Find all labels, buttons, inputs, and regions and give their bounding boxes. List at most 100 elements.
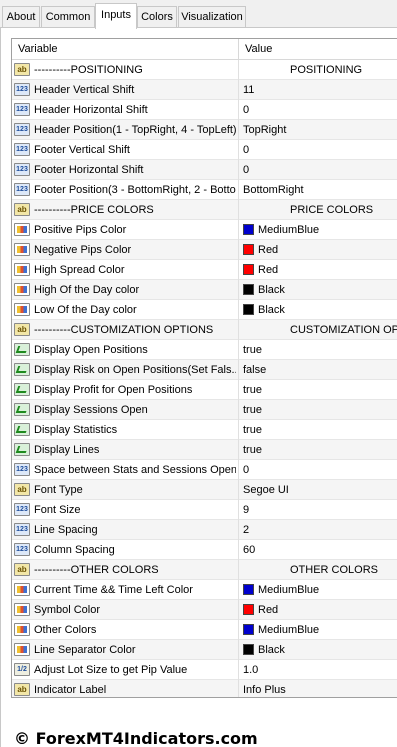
column-divider[interactable] (238, 39, 239, 60)
tab-colors[interactable]: Colors (137, 6, 177, 27)
parameter-row[interactable]: 123 Header Position(1 - TopRight, 4 - Top… (12, 120, 397, 140)
color-name: MediumBlue (258, 584, 320, 596)
color-swatch (243, 264, 254, 275)
parameter-value[interactable]: Red (243, 244, 397, 256)
parameter-value[interactable]: Info Plus (243, 684, 397, 696)
parameter-row[interactable]: 123 Footer Vertical Shift 0 (12, 140, 397, 160)
parameter-value[interactable]: true (243, 424, 397, 436)
parameter-value[interactable]: 0 (243, 164, 397, 176)
parameter-value[interactable]: Red (243, 264, 397, 276)
parameter-value[interactable]: false (243, 364, 397, 376)
parameter-name: Space between Stats and Sessions Open (34, 464, 236, 476)
section-row[interactable]: ab ----------PRICE COLORS PRICE COLORS (12, 200, 397, 220)
integer-type-icon: 123 (14, 503, 30, 516)
parameter-row[interactable]: High Spread Color Red (12, 260, 397, 280)
parameter-value[interactable]: MediumBlue (243, 224, 397, 236)
string-type-icon: ab (14, 563, 30, 576)
cell-divider (238, 400, 239, 420)
parameter-value[interactable]: 9 (243, 504, 397, 516)
parameter-value[interactable]: Black (243, 284, 397, 296)
color-type-icon (14, 243, 30, 256)
parameter-value[interactable]: PRICE COLORS (252, 204, 397, 216)
cell-divider (238, 260, 239, 280)
tab-about[interactable]: About (2, 6, 40, 27)
parameter-value[interactable]: Black (243, 304, 397, 316)
cell-divider (238, 160, 239, 180)
parameter-value[interactable]: MediumBlue (243, 584, 397, 596)
section-row[interactable]: ab ----------CUSTOMIZATION OPTIONS CUSTOMI… (12, 320, 397, 340)
parameter-row[interactable]: Other Colors MediumBlue (12, 620, 397, 640)
parameter-value[interactable]: OTHER COLORS (252, 564, 397, 576)
parameter-row[interactable]: 123 Space between Stats and Sessions Open… (12, 460, 397, 480)
parameter-row[interactable]: 123 Header Vertical Shift 11 (12, 80, 397, 100)
parameter-row[interactable]: 123 Font Size 9 (12, 500, 397, 520)
parameter-value[interactable]: true (243, 344, 397, 356)
color-name: Black (258, 644, 285, 656)
parameter-value[interactable]: true (243, 444, 397, 456)
parameter-row[interactable]: High Of the Day color Black (12, 280, 397, 300)
tab-common[interactable]: Common (41, 6, 95, 27)
parameter-row[interactable]: ab Font Type Segoe UI (12, 480, 397, 500)
parameter-value[interactable]: Black (243, 644, 397, 656)
parameter-row[interactable]: Current Time && Time Left Color MediumBlu… (12, 580, 397, 600)
parameter-name: Display Risk on Open Positions(Set Fals.… (34, 364, 236, 376)
parameter-row[interactable]: Symbol Color Red (12, 600, 397, 620)
integer-type-icon: 123 (14, 463, 30, 476)
parameter-value[interactable]: 1.0 (243, 664, 397, 676)
cell-divider (238, 420, 239, 440)
parameter-value[interactable]: true (243, 404, 397, 416)
parameter-row[interactable]: Line Separator Color Black (12, 640, 397, 660)
parameter-row[interactable]: Display Statistics true (12, 420, 397, 440)
parameter-value[interactable]: Segoe UI (243, 484, 397, 496)
parameter-value[interactable]: TopRight (243, 124, 397, 136)
tab-inputs[interactable]: Inputs (95, 3, 137, 29)
parameter-row[interactable]: Display Risk on Open Positions(Set Fals.… (12, 360, 397, 380)
parameter-row[interactable]: 123 Footer Horizontal Shift 0 (12, 160, 397, 180)
parameter-name: Header Position(1 - TopRight, 4 - TopLef… (34, 124, 236, 136)
parameter-row[interactable]: Negative Pips Color Red (12, 240, 397, 260)
color-type-icon (14, 303, 30, 316)
color-type-icon (14, 263, 30, 276)
parameter-value[interactable]: MediumBlue (243, 624, 397, 636)
column-header-variable[interactable]: Variable (18, 43, 58, 55)
parameter-value[interactable]: 0 (243, 464, 397, 476)
parameter-value[interactable]: 2 (243, 524, 397, 536)
parameter-row[interactable]: Low Of the Day color Black (12, 300, 397, 320)
tab-visualization[interactable]: Visualization (178, 6, 246, 27)
color-swatch (243, 284, 254, 295)
parameter-value[interactable]: 0 (243, 144, 397, 156)
column-header-value[interactable]: Value (245, 43, 272, 55)
parameter-row[interactable]: 123 Line Spacing 2 (12, 520, 397, 540)
parameter-row[interactable]: Display Lines true (12, 440, 397, 460)
color-swatch (243, 244, 254, 255)
parameter-row[interactable]: 123 Column Spacing 60 (12, 540, 397, 560)
parameter-row[interactable]: ab Indicator Label Info Plus (12, 680, 397, 697)
color-swatch (243, 604, 254, 615)
parameter-value[interactable]: 0 (243, 104, 397, 116)
parameter-row[interactable]: 123 Header Horizontal Shift 0 (12, 100, 397, 120)
parameter-value[interactable]: true (243, 384, 397, 396)
section-row[interactable]: ab ----------POSITIONING POSITIONING (12, 60, 397, 80)
parameter-value[interactable]: BottomRight (243, 184, 397, 196)
color-name: Black (258, 304, 285, 316)
parameter-row[interactable]: 123 Footer Position(3 - BottomRight, 2 - … (12, 180, 397, 200)
parameter-name: Footer Horizontal Shift (34, 164, 144, 176)
parameter-value[interactable]: CUSTOMIZATION OPTIONS (252, 324, 397, 336)
color-name: MediumBlue (258, 624, 320, 636)
section-row[interactable]: ab ----------OTHER COLORS OTHER COLORS (12, 560, 397, 580)
parameter-value[interactable]: POSITIONING (252, 64, 397, 76)
parameter-row[interactable]: Display Open Positions true (12, 340, 397, 360)
parameter-row[interactable]: Positive Pips Color MediumBlue (12, 220, 397, 240)
parameter-row[interactable]: Display Profit for Open Positions true (12, 380, 397, 400)
parameter-row[interactable]: 1/2 Adjust Lot Size to get Pip Value 1.0 (12, 660, 397, 680)
color-swatch (243, 304, 254, 315)
cell-divider (238, 560, 239, 580)
parameter-name: Font Size (34, 504, 81, 516)
parameter-name: Low Of the Day color (34, 304, 137, 316)
parameter-name: Display Statistics (34, 424, 118, 436)
parameter-value[interactable]: Red (243, 604, 397, 616)
parameter-value[interactable]: 60 (243, 544, 397, 556)
inputs-grid: Variable Value ab ----------POSITIONING PO… (11, 38, 397, 698)
parameter-row[interactable]: Display Sessions Open true (12, 400, 397, 420)
parameter-value[interactable]: 11 (243, 84, 397, 96)
